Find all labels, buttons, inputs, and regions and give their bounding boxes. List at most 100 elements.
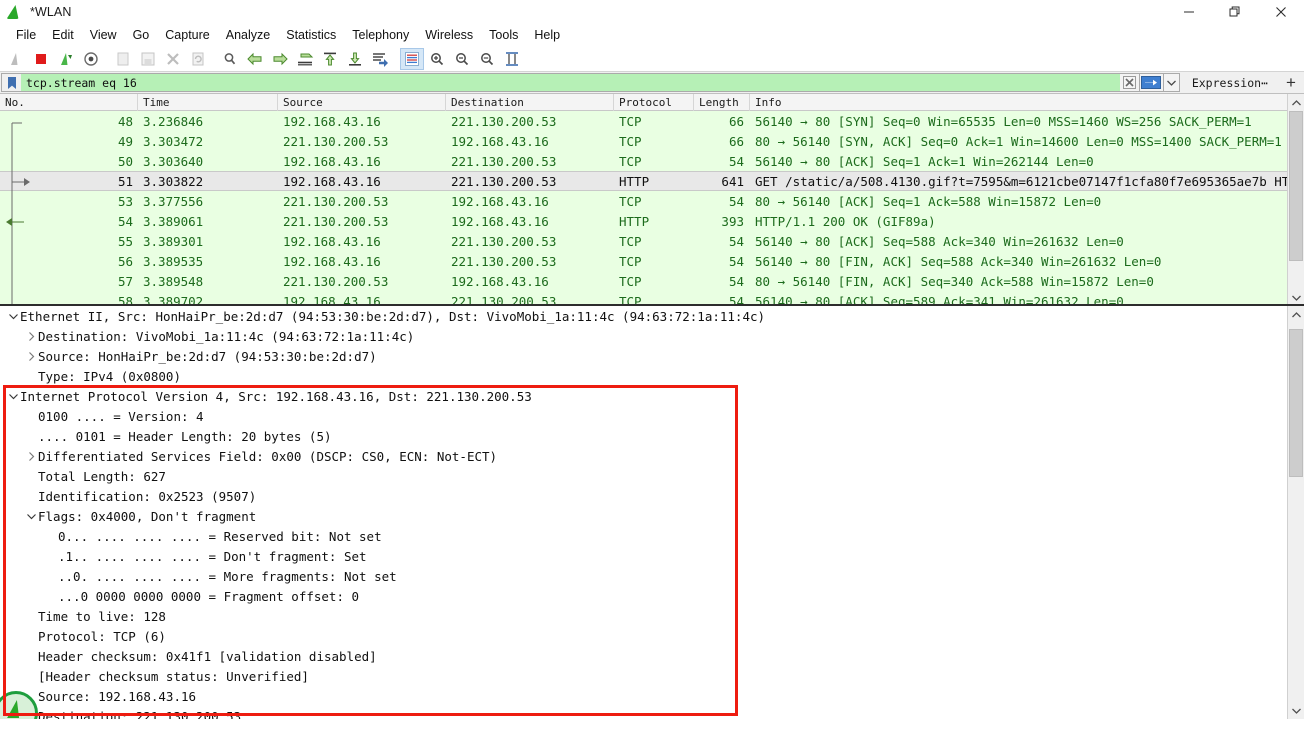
auto-scroll-icon[interactable] bbox=[368, 48, 392, 70]
table-row[interactable]: 54 3.389061 221.130.200.53 192.168.43.16… bbox=[0, 211, 1304, 231]
clear-filter-icon[interactable] bbox=[1119, 73, 1140, 92]
table-row[interactable]: 49 3.303472 221.130.200.53 192.168.43.16… bbox=[0, 131, 1304, 151]
detail-row[interactable]: Destination: 221.130.200.53 bbox=[0, 706, 1304, 720]
twisty-expanded-icon[interactable] bbox=[24, 513, 38, 520]
table-row[interactable]: 56 3.389535 192.168.43.16 221.130.200.53… bbox=[0, 251, 1304, 271]
detail-row[interactable]: Protocol: TCP (6) bbox=[0, 626, 1304, 646]
maximize-button[interactable] bbox=[1212, 0, 1258, 24]
apply-filter-icon[interactable] bbox=[1139, 73, 1164, 92]
menu-statistics[interactable]: Statistics bbox=[278, 26, 344, 44]
table-row[interactable]: 55 3.389301 192.168.43.16 221.130.200.53… bbox=[0, 231, 1304, 251]
twisty-expanded-icon[interactable] bbox=[6, 393, 20, 400]
packet-list-scrollbar[interactable] bbox=[1287, 94, 1304, 304]
menu-capture[interactable]: Capture bbox=[157, 26, 217, 44]
detail-row[interactable]: [Header checksum status: Unverified] bbox=[0, 666, 1304, 686]
packet-details-scroll-track[interactable] bbox=[1288, 323, 1304, 702]
menu-telephony[interactable]: Telephony bbox=[344, 26, 417, 44]
detail-row[interactable]: Time to live: 128 bbox=[0, 606, 1304, 626]
table-row[interactable]: 48 3.236846 192.168.43.16 221.130.200.53… bbox=[0, 111, 1304, 131]
start-capture-icon[interactable] bbox=[4, 48, 28, 70]
bookmark-icon[interactable] bbox=[1, 73, 21, 92]
detail-row[interactable]: 0... .... .... .... = Reserved bit: Not … bbox=[0, 526, 1304, 546]
filter-expression-button[interactable]: Expression⋯ bbox=[1180, 73, 1278, 92]
scroll-up-icon[interactable] bbox=[1288, 94, 1304, 111]
table-row[interactable]: 57 3.389548 221.130.200.53 192.168.43.16… bbox=[0, 271, 1304, 291]
column-header-source[interactable]: Source bbox=[278, 94, 446, 111]
go-to-packet-icon[interactable] bbox=[293, 48, 317, 70]
menu-view[interactable]: View bbox=[82, 26, 125, 44]
menu-edit[interactable]: Edit bbox=[44, 26, 82, 44]
save-file-icon[interactable] bbox=[136, 48, 160, 70]
menu-file[interactable]: File bbox=[8, 26, 44, 44]
detail-row-ip-header[interactable]: Internet Protocol Version 4, Src: 192.16… bbox=[0, 386, 1304, 406]
table-row[interactable]: 53 3.377556 221.130.200.53 192.168.43.16… bbox=[0, 191, 1304, 211]
reload-file-icon[interactable] bbox=[186, 48, 210, 70]
menu-analyze[interactable]: Analyze bbox=[218, 26, 278, 44]
column-header-destination[interactable]: Destination bbox=[446, 94, 614, 111]
scroll-down-icon[interactable] bbox=[1288, 289, 1304, 304]
detail-text: Type: IPv4 (0x0800) bbox=[38, 368, 181, 384]
scroll-down-icon[interactable] bbox=[1288, 702, 1304, 719]
packet-list-scroll-thumb[interactable] bbox=[1289, 111, 1303, 261]
column-header-protocol[interactable]: Protocol bbox=[614, 94, 694, 111]
display-filter-input[interactable]: tcp.stream eq 16 bbox=[21, 73, 1120, 92]
twisty-expanded-icon[interactable] bbox=[6, 313, 20, 320]
table-row-selected[interactable]: 51 3.303822 192.168.43.16 221.130.200.53… bbox=[0, 171, 1304, 191]
go-to-last-icon[interactable] bbox=[343, 48, 367, 70]
go-to-first-icon[interactable] bbox=[318, 48, 342, 70]
find-packet-icon[interactable] bbox=[218, 48, 242, 70]
go-forward-icon[interactable] bbox=[268, 48, 292, 70]
scroll-up-icon[interactable] bbox=[1288, 306, 1304, 323]
detail-row[interactable]: Total Length: 627 bbox=[0, 466, 1304, 486]
packet-details-scrollbar[interactable] bbox=[1287, 306, 1304, 719]
chevron-down-icon[interactable] bbox=[1163, 73, 1180, 92]
zoom-in-icon[interactable] bbox=[425, 48, 449, 70]
detail-row[interactable]: Flags: 0x4000, Don't fragment bbox=[0, 506, 1304, 526]
twisty-collapsed-icon[interactable] bbox=[24, 451, 38, 461]
close-file-icon[interactable] bbox=[161, 48, 185, 70]
packet-details-scroll-thumb[interactable] bbox=[1289, 329, 1303, 477]
twisty-collapsed-icon[interactable] bbox=[24, 351, 38, 361]
normal-size-icon[interactable] bbox=[475, 48, 499, 70]
restart-capture-icon[interactable] bbox=[54, 48, 78, 70]
detail-row[interactable]: ..0. .... .... .... = More fragments: No… bbox=[0, 566, 1304, 586]
detail-row[interactable]: ...0 0000 0000 0000 = Fragment offset: 0 bbox=[0, 586, 1304, 606]
colorize-packets-icon[interactable] bbox=[400, 47, 424, 70]
detail-row[interactable]: .... 0101 = Header Length: 20 bytes (5) bbox=[0, 426, 1304, 446]
detail-row[interactable]: Type: IPv4 (0x0800) bbox=[0, 366, 1304, 386]
capture-options-icon[interactable] bbox=[79, 48, 103, 70]
cell-destination: 221.130.200.53 bbox=[451, 253, 557, 269]
resize-columns-icon[interactable] bbox=[500, 48, 524, 70]
detail-row[interactable]: Ethernet II, Src: HonHaiPr_be:2d:d7 (94:… bbox=[0, 306, 1304, 326]
detail-text: Internet Protocol Version 4, Src: 192.16… bbox=[20, 388, 532, 404]
column-header-time[interactable]: Time bbox=[138, 94, 278, 111]
detail-row[interactable]: 0100 .... = Version: 4 bbox=[0, 406, 1304, 426]
menu-help[interactable]: Help bbox=[526, 26, 568, 44]
stop-capture-icon[interactable] bbox=[29, 48, 53, 70]
menu-tools[interactable]: Tools bbox=[481, 26, 526, 44]
detail-row[interactable]: Destination: VivoMobi_1a:11:4c (94:63:72… bbox=[0, 326, 1304, 346]
minimize-button[interactable] bbox=[1166, 0, 1212, 24]
menu-wireless[interactable]: Wireless bbox=[417, 26, 481, 44]
go-back-icon[interactable] bbox=[243, 48, 267, 70]
zoom-out-icon[interactable] bbox=[450, 48, 474, 70]
detail-row[interactable]: .1.. .... .... .... = Don't fragment: Se… bbox=[0, 546, 1304, 566]
detail-text: Destination: VivoMobi_1a:11:4c (94:63:72… bbox=[38, 328, 415, 344]
twisty-collapsed-icon[interactable] bbox=[24, 331, 38, 341]
menu-go[interactable]: Go bbox=[125, 26, 158, 44]
add-filter-button[interactable]: + bbox=[1278, 73, 1304, 92]
column-header-length[interactable]: Length bbox=[694, 94, 750, 111]
cell-source: 192.168.43.16 bbox=[283, 233, 381, 249]
detail-row[interactable]: Header checksum: 0x41f1 [validation disa… bbox=[0, 646, 1304, 666]
table-row[interactable]: 50 3.303640 192.168.43.16 221.130.200.53… bbox=[0, 151, 1304, 171]
detail-row[interactable]: Identification: 0x2523 (9507) bbox=[0, 486, 1304, 506]
open-file-icon[interactable] bbox=[111, 48, 135, 70]
column-header-no[interactable]: No. bbox=[0, 94, 138, 111]
table-row[interactable]: 58 3.389702 192.168.43.16 221.130.200.53… bbox=[0, 291, 1304, 304]
packet-list-scroll-track[interactable] bbox=[1288, 111, 1304, 289]
column-header-info[interactable]: Info bbox=[750, 94, 1304, 111]
detail-row[interactable]: Source: HonHaiPr_be:2d:d7 (94:53:30:be:2… bbox=[0, 346, 1304, 366]
detail-row[interactable]: Source: 192.168.43.16 bbox=[0, 686, 1304, 706]
close-button[interactable] bbox=[1258, 0, 1304, 24]
detail-row[interactable]: Differentiated Services Field: 0x00 (DSC… bbox=[0, 446, 1304, 466]
